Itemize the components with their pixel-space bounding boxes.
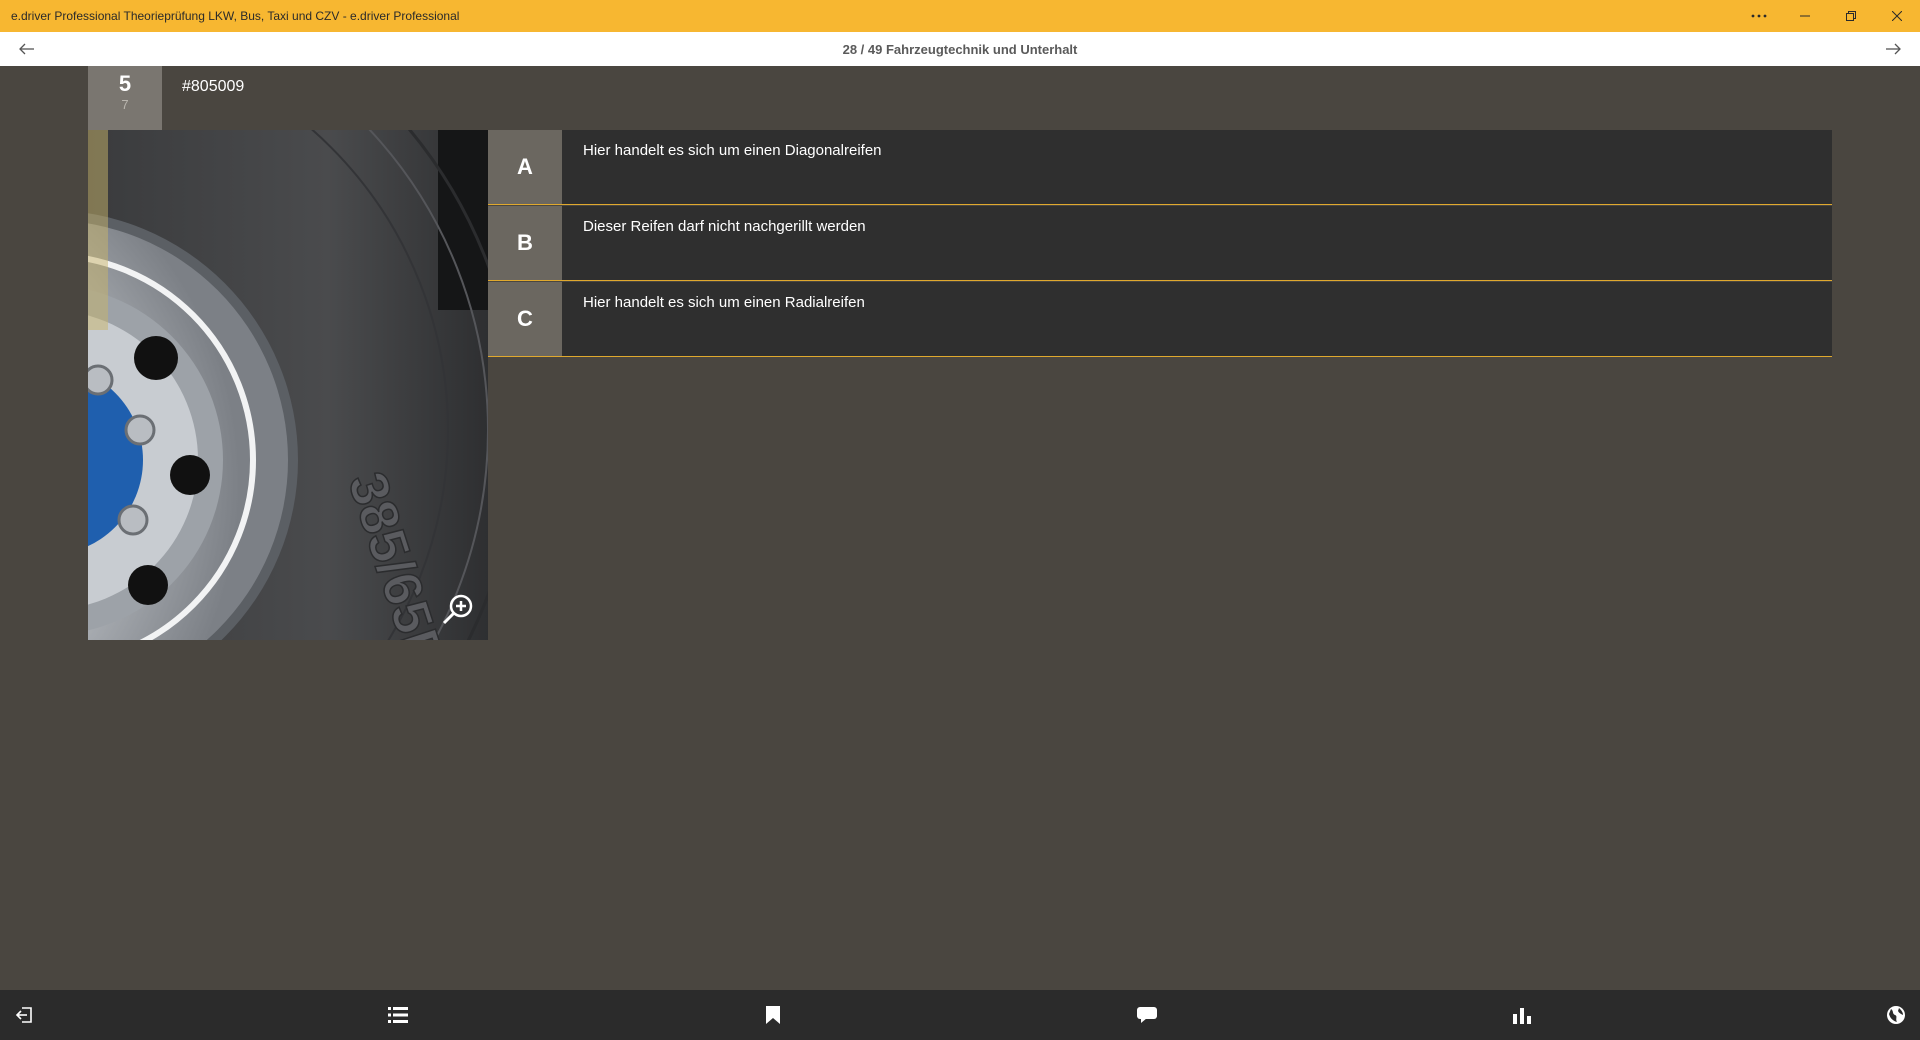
question-points: 5: [118, 71, 132, 96]
answer-option-a[interactable]: A Hier handelt es sich um einen Diagonal…: [488, 130, 1832, 205]
zoom-image-button[interactable]: [440, 592, 476, 628]
question-image[interactable]: 385/65R22: [88, 130, 488, 640]
minimize-icon[interactable]: [1782, 0, 1828, 32]
window-title: e.driver Professional Theorieprüfung LKW…: [11, 9, 460, 23]
title-bar: e.driver Professional Theorieprüfung LKW…: [0, 0, 1920, 32]
arrow-left-icon: [19, 43, 34, 55]
bottom-toolbar: [0, 990, 1920, 1040]
restore-icon[interactable]: [1828, 0, 1874, 32]
answer-option-b[interactable]: B Dieser Reifen darf nicht nachgerillt w…: [488, 206, 1832, 281]
answer-letter: A: [488, 130, 562, 204]
arrow-right-icon: [1886, 43, 1901, 55]
answer-letter: C: [488, 282, 562, 356]
language-button[interactable]: [1872, 990, 1920, 1040]
truck-tire-photo: 385/65R22: [88, 130, 488, 640]
close-icon[interactable]: [1874, 0, 1920, 32]
comment-button[interactable]: [1123, 990, 1171, 1040]
bookmark-icon: [765, 1006, 780, 1024]
chart-icon: [1512, 1008, 1531, 1024]
back-button[interactable]: [0, 32, 54, 66]
statistics-button[interactable]: [1498, 990, 1546, 1040]
exit-icon: [15, 1007, 32, 1023]
question-points-box: 5 7: [88, 66, 162, 130]
zoom-in-icon: [442, 594, 473, 625]
list-icon: [388, 1007, 409, 1023]
question-sub-number: 7: [121, 97, 129, 112]
bookmark-button[interactable]: [749, 990, 797, 1040]
more-icon[interactable]: [1736, 0, 1782, 32]
forward-button[interactable]: [1866, 32, 1920, 66]
globe-icon: [1886, 1006, 1905, 1024]
answer-list: A Hier handelt es sich um einen Diagonal…: [488, 130, 1832, 358]
comment-icon: [1137, 1007, 1158, 1023]
nav-bar: 28 / 49 Fahrzeugtechnik und Unterhalt: [0, 32, 1920, 66]
answer-letter: B: [488, 206, 562, 280]
question-id: #805009: [182, 78, 245, 95]
question-progress-title: 28 / 49 Fahrzeugtechnik und Unterhalt: [842, 41, 1078, 57]
answer-text: Hier handelt es sich um einen Diagonalre…: [583, 142, 882, 159]
exit-button[interactable]: [0, 990, 48, 1040]
answer-text: Hier handelt es sich um einen Radialreif…: [583, 294, 865, 311]
answer-option-c[interactable]: C Hier handelt es sich um einen Radialre…: [488, 282, 1832, 357]
question-list-button[interactable]: [374, 990, 422, 1040]
answer-text: Dieser Reifen darf nicht nachgerillt wer…: [583, 218, 866, 235]
